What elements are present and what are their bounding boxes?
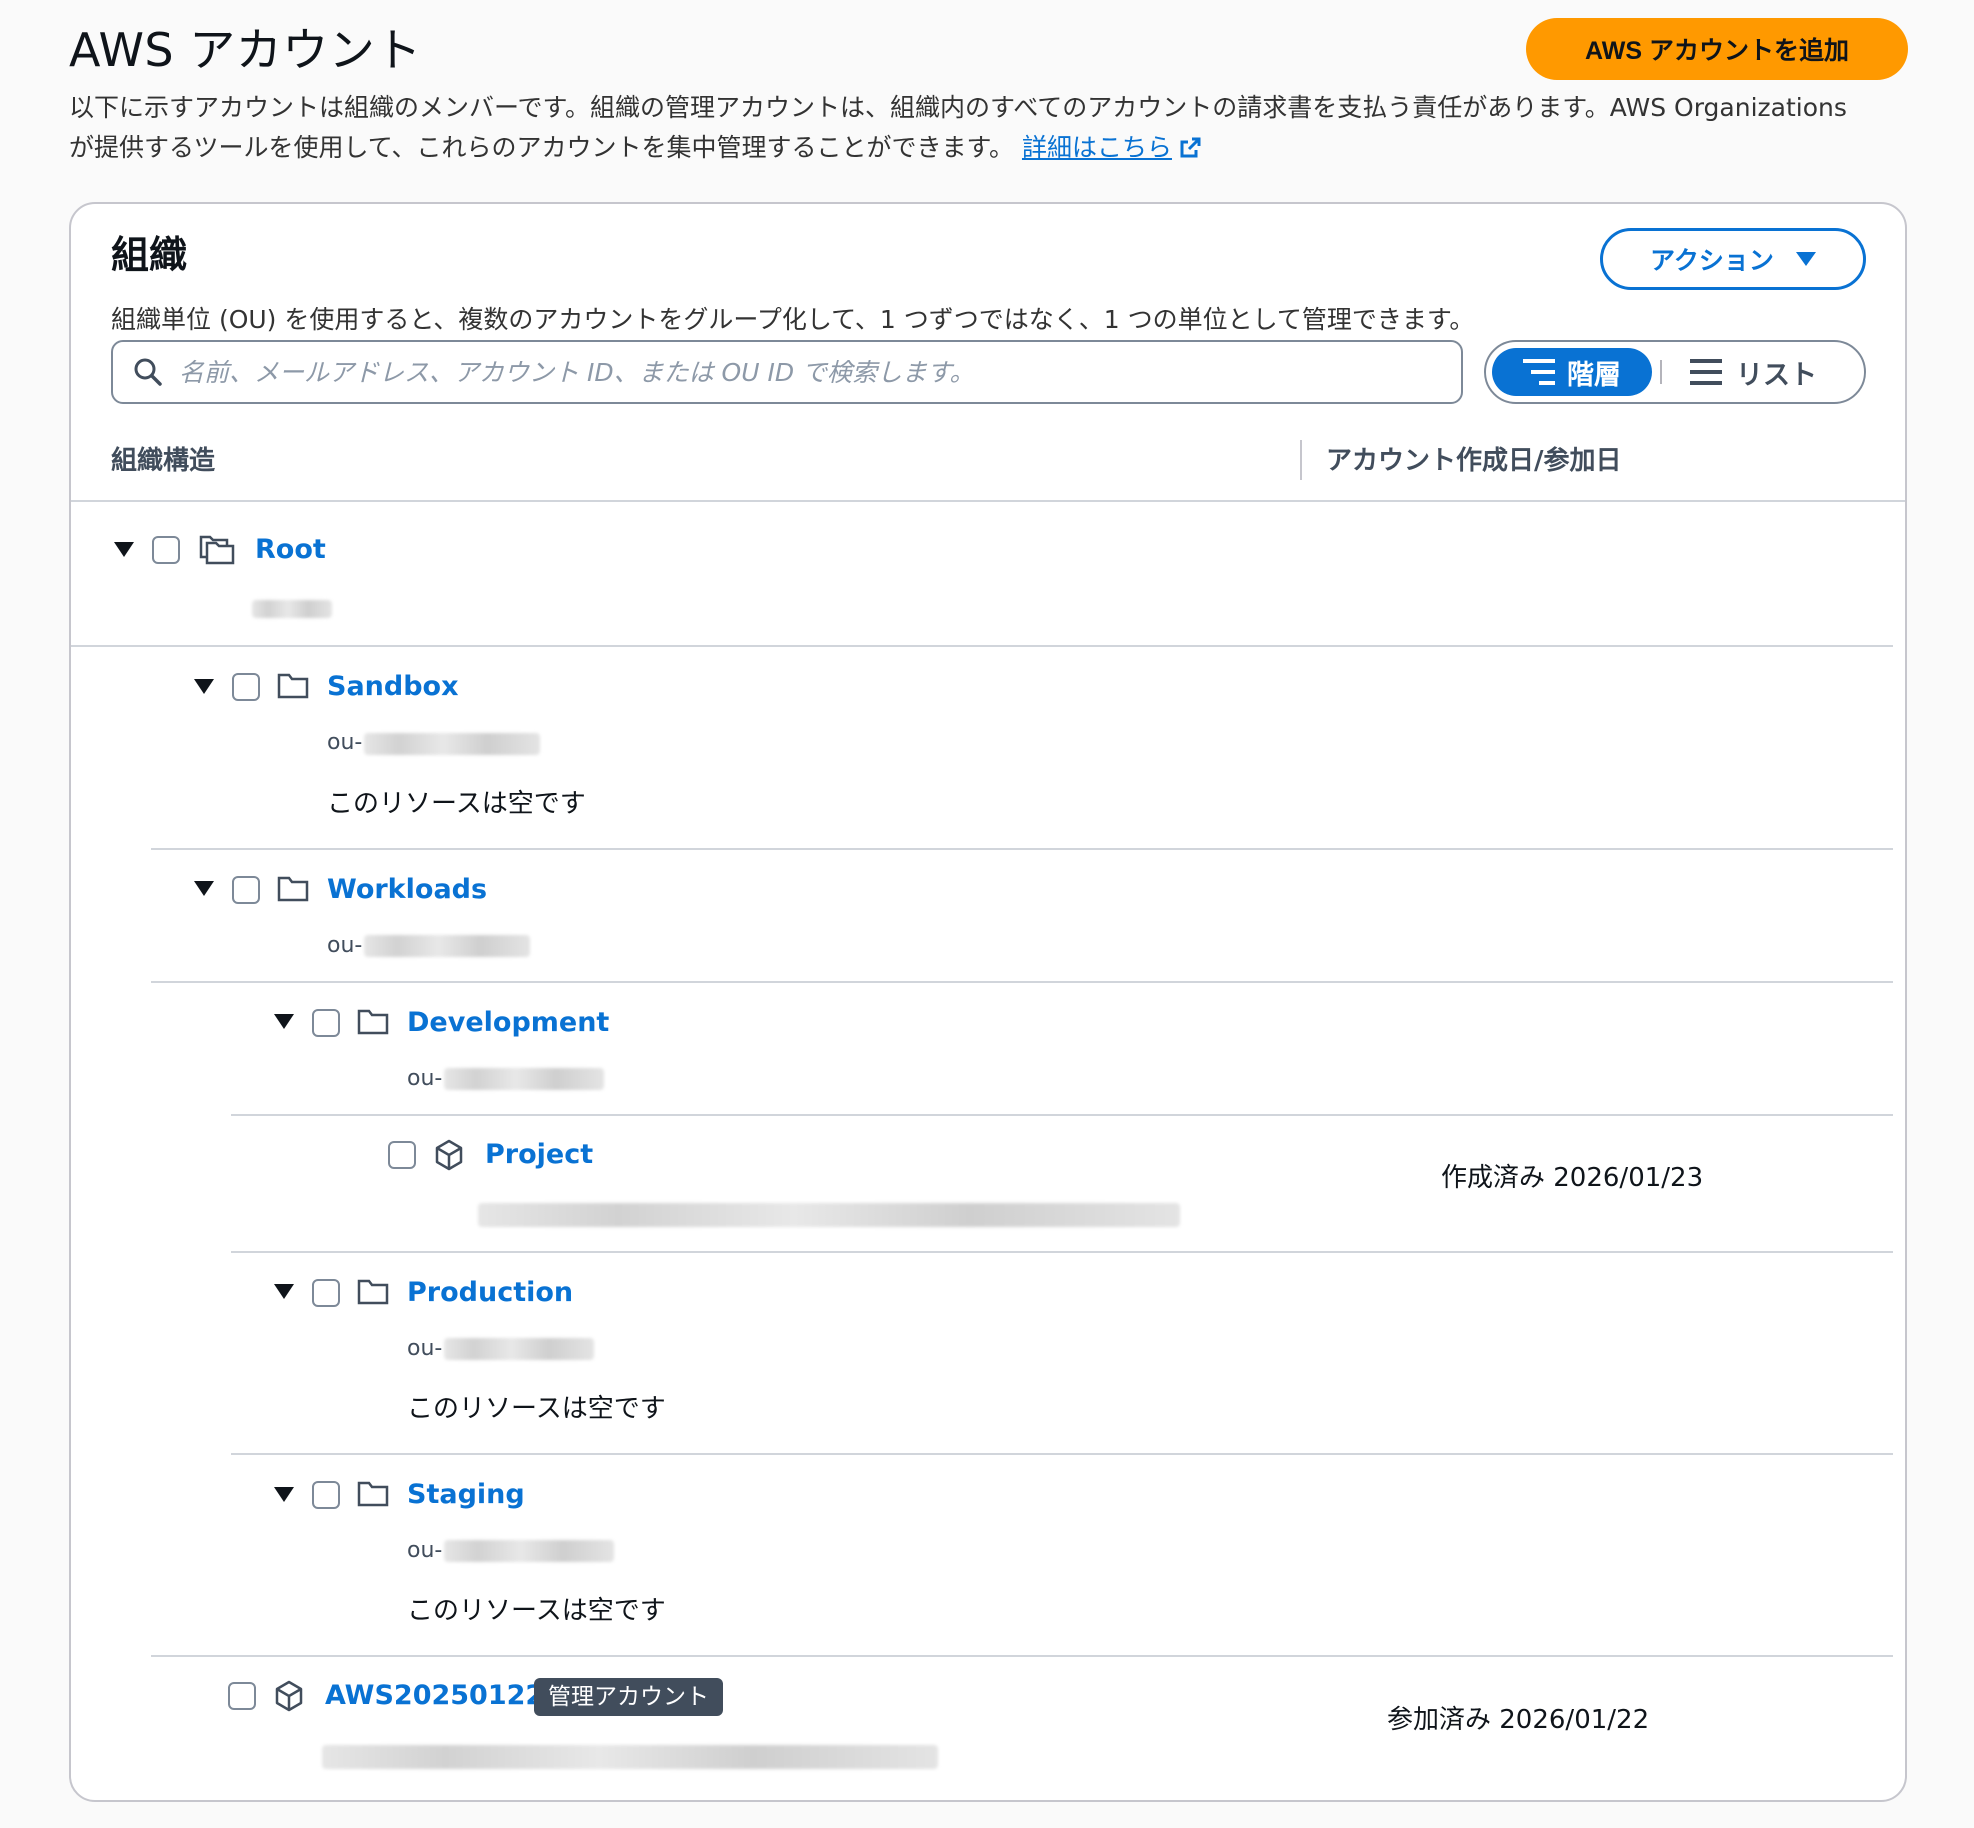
row-divider <box>151 1655 1893 1657</box>
development-checkbox[interactable] <box>312 1009 340 1037</box>
organization-title: 組織 <box>111 233 188 277</box>
organization-card <box>69 202 1907 1802</box>
page-title: AWS アカウント <box>69 23 422 77</box>
folder-icon <box>277 876 309 902</box>
expand-caret-icon[interactable] <box>114 542 134 557</box>
sandbox-ou-id-redacted <box>364 733 540 755</box>
external-link-icon <box>1180 137 1201 158</box>
search-input[interactable] <box>177 356 1461 388</box>
sandbox-empty-message: このリソースは空です <box>327 789 586 819</box>
development-link[interactable]: Development <box>407 1005 609 1041</box>
row-divider <box>151 848 1893 850</box>
folder-icon <box>357 1009 389 1035</box>
expand-caret-icon[interactable] <box>274 1487 294 1502</box>
header-divider <box>71 500 1905 502</box>
row-divider <box>231 1114 1893 1116</box>
actions-label: アクション <box>1650 247 1774 275</box>
root-checkbox[interactable] <box>152 536 180 564</box>
staging-empty-message: このリソースは空です <box>407 1596 666 1626</box>
learn-more-link[interactable]: 詳細はこちら <box>1022 133 1202 162</box>
folder-icon <box>357 1279 389 1305</box>
column-divider[interactable] <box>1300 440 1302 480</box>
list-icon <box>1690 359 1722 385</box>
row-divider <box>71 645 1893 647</box>
management-account-badge: 管理アカウント <box>534 1678 723 1716</box>
workloads-ou-id-redacted <box>364 935 530 957</box>
page-description-text: 以下に示すアカウントは組織のメンバーです。組織の管理アカウントは、組織内のすべて… <box>69 93 1847 162</box>
production-ou-id-redacted <box>444 1338 594 1360</box>
management-account-link[interactable]: AWS20250122 <box>325 1678 544 1714</box>
row-divider <box>231 1251 1893 1253</box>
folder-icon <box>277 673 309 699</box>
production-link[interactable]: Production <box>407 1275 573 1311</box>
add-aws-account-button[interactable]: AWS アカウントを追加 <box>1526 18 1908 80</box>
management-account-details-redacted <box>322 1745 938 1769</box>
organization-root-icon <box>199 535 235 565</box>
search-box <box>111 340 1463 404</box>
workloads-checkbox[interactable] <box>232 876 260 904</box>
root-link[interactable]: Root <box>255 532 326 568</box>
project-link[interactable]: Project <box>485 1137 593 1173</box>
account-cube-icon <box>275 1680 303 1712</box>
expand-caret-icon[interactable] <box>274 1284 294 1299</box>
account-cube-icon <box>435 1139 463 1171</box>
production-ou-prefix: ou- <box>407 1336 443 1361</box>
expand-caret-icon[interactable] <box>274 1014 294 1029</box>
staging-ou-id-redacted <box>444 1540 614 1562</box>
learn-more-label: 詳細はこちら <box>1021 133 1172 162</box>
expand-caret-icon[interactable] <box>194 679 214 694</box>
staging-checkbox[interactable] <box>312 1481 340 1509</box>
management-account-joined-date: 参加済み 2026/01/22 <box>1387 1705 1650 1735</box>
sandbox-link[interactable]: Sandbox <box>327 669 459 705</box>
actions-dropdown-button[interactable]: アクション <box>1600 228 1866 290</box>
workloads-link[interactable]: Workloads <box>327 872 487 908</box>
development-ou-id-redacted <box>444 1068 604 1090</box>
row-divider <box>231 1453 1893 1455</box>
production-checkbox[interactable] <box>312 1279 340 1307</box>
development-ou-prefix: ou- <box>407 1066 443 1091</box>
staging-ou-prefix: ou- <box>407 1538 443 1563</box>
view-toggle-hierarchy-label: 階層 <box>1567 359 1621 391</box>
view-toggle-list[interactable]: リスト <box>1690 348 1817 396</box>
page-description: 以下に示すアカウントは組織のメンバーです。組織の管理アカウントは、組織内のすべて… <box>69 88 1859 168</box>
organization-description: 組織単位 (OU) を使用すると、複数のアカウントをグループ化して、1 つずつで… <box>111 305 1475 334</box>
folder-icon <box>357 1481 389 1507</box>
project-created-date: 作成済み 2026/01/23 <box>1441 1163 1704 1193</box>
staging-link[interactable]: Staging <box>407 1477 525 1513</box>
view-toggle-hierarchy[interactable]: 階層 <box>1492 348 1652 396</box>
column-header-structure: 組織構造 <box>111 446 216 476</box>
project-checkbox[interactable] <box>388 1141 416 1169</box>
view-toggle-list-label: リスト <box>1736 359 1817 391</box>
hierarchy-icon <box>1523 359 1555 385</box>
row-divider <box>151 981 1893 983</box>
column-header-date: アカウント作成日/参加日 <box>1326 446 1622 476</box>
search-icon <box>134 358 162 386</box>
workloads-ou-prefix: ou- <box>327 933 363 958</box>
management-account-checkbox[interactable] <box>228 1682 256 1710</box>
sandbox-ou-prefix: ou- <box>327 730 363 755</box>
root-id-redacted <box>252 600 332 618</box>
expand-caret-icon[interactable] <box>194 881 214 896</box>
sandbox-checkbox[interactable] <box>232 673 260 701</box>
toggle-divider <box>1660 360 1662 384</box>
caret-down-icon <box>1795 252 1816 266</box>
production-empty-message: このリソースは空です <box>407 1394 666 1424</box>
project-details-redacted <box>478 1203 1180 1227</box>
